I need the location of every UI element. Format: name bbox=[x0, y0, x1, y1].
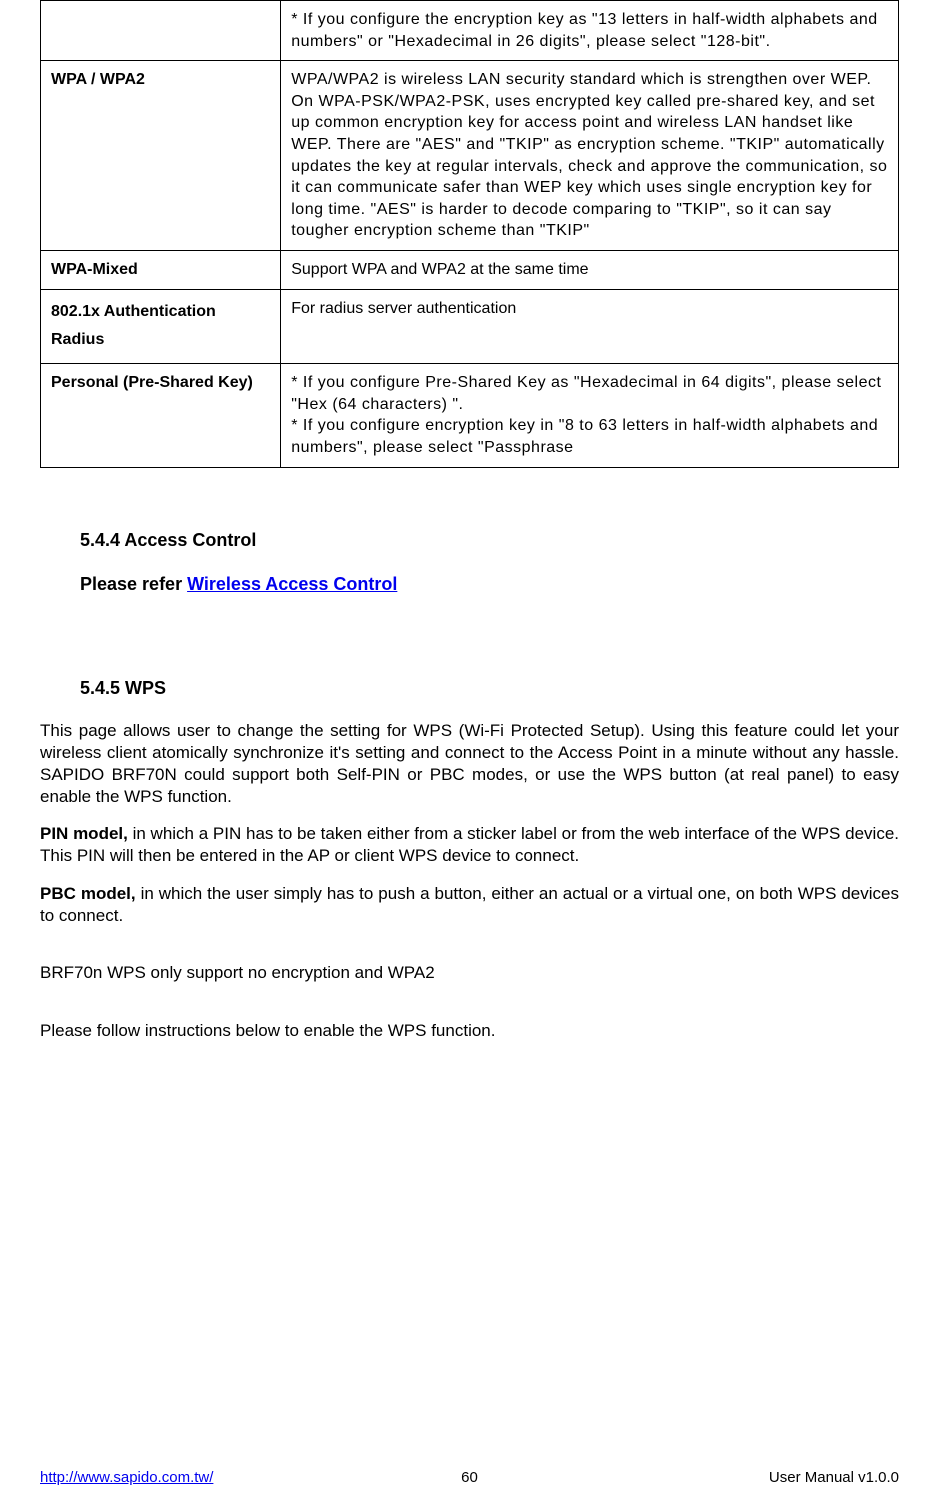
table-row: WPA-Mixed Support WPA and WPA2 at the sa… bbox=[41, 250, 899, 289]
footer-page-number: 60 bbox=[461, 1468, 478, 1488]
pbc-model-text: in which the user simply has to push a b… bbox=[40, 884, 899, 925]
table-row: * If you configure the encryption key as… bbox=[41, 1, 899, 61]
row-desc: WPA/WPA2 is wireless LAN security standa… bbox=[281, 61, 899, 251]
pbc-model-label: PBC model, bbox=[40, 884, 136, 903]
wps-intro-paragraph: This page allows user to change the sett… bbox=[40, 720, 899, 807]
refer-prefix: Please refer bbox=[80, 574, 187, 594]
row-label: 802.1x Authentication Radius bbox=[41, 289, 281, 364]
row-desc: For radius server authentication bbox=[281, 289, 899, 364]
row-label: WPA-Mixed bbox=[41, 250, 281, 289]
section-545-heading: 5.4.5 WPS bbox=[80, 676, 899, 700]
footer-url[interactable]: http://www.sapido.com.tw/ bbox=[40, 1468, 213, 1488]
pin-model-label: PIN model, bbox=[40, 824, 128, 843]
pin-model-paragraph: PIN model, in which a PIN has to be take… bbox=[40, 823, 899, 867]
row-desc: * If you configure the encryption key as… bbox=[281, 1, 899, 61]
wps-instructions-intro: Please follow instructions below to enab… bbox=[40, 1020, 899, 1042]
wireless-access-control-link[interactable]: Wireless Access Control bbox=[187, 574, 397, 594]
wps-support-note: BRF70n WPS only support no encryption an… bbox=[40, 962, 899, 984]
row-desc: Support WPA and WPA2 at the same time bbox=[281, 250, 899, 289]
section-544-heading: 5.4.4 Access Control bbox=[80, 528, 899, 552]
pbc-model-paragraph: PBC model, in which the user simply has … bbox=[40, 883, 899, 927]
page-footer: http://www.sapido.com.tw/ 60 User Manual… bbox=[40, 1468, 899, 1488]
row-label bbox=[41, 1, 281, 61]
section-544-refer: Please refer Wireless Access Control bbox=[80, 572, 899, 596]
row-label: Personal (Pre-Shared Key) bbox=[41, 364, 281, 467]
footer-version: User Manual v1.0.0 bbox=[769, 1468, 899, 1488]
row-desc: * If you configure Pre-Shared Key as "He… bbox=[281, 364, 899, 467]
table-row: WPA / WPA2 WPA/WPA2 is wireless LAN secu… bbox=[41, 61, 899, 251]
row-label: WPA / WPA2 bbox=[41, 61, 281, 251]
table-row: Personal (Pre-Shared Key) * If you confi… bbox=[41, 364, 899, 467]
table-row: 802.1x Authentication Radius For radius … bbox=[41, 289, 899, 364]
security-modes-table: * If you configure the encryption key as… bbox=[40, 0, 899, 468]
pin-model-text: in which a PIN has to be taken either fr… bbox=[40, 824, 899, 865]
